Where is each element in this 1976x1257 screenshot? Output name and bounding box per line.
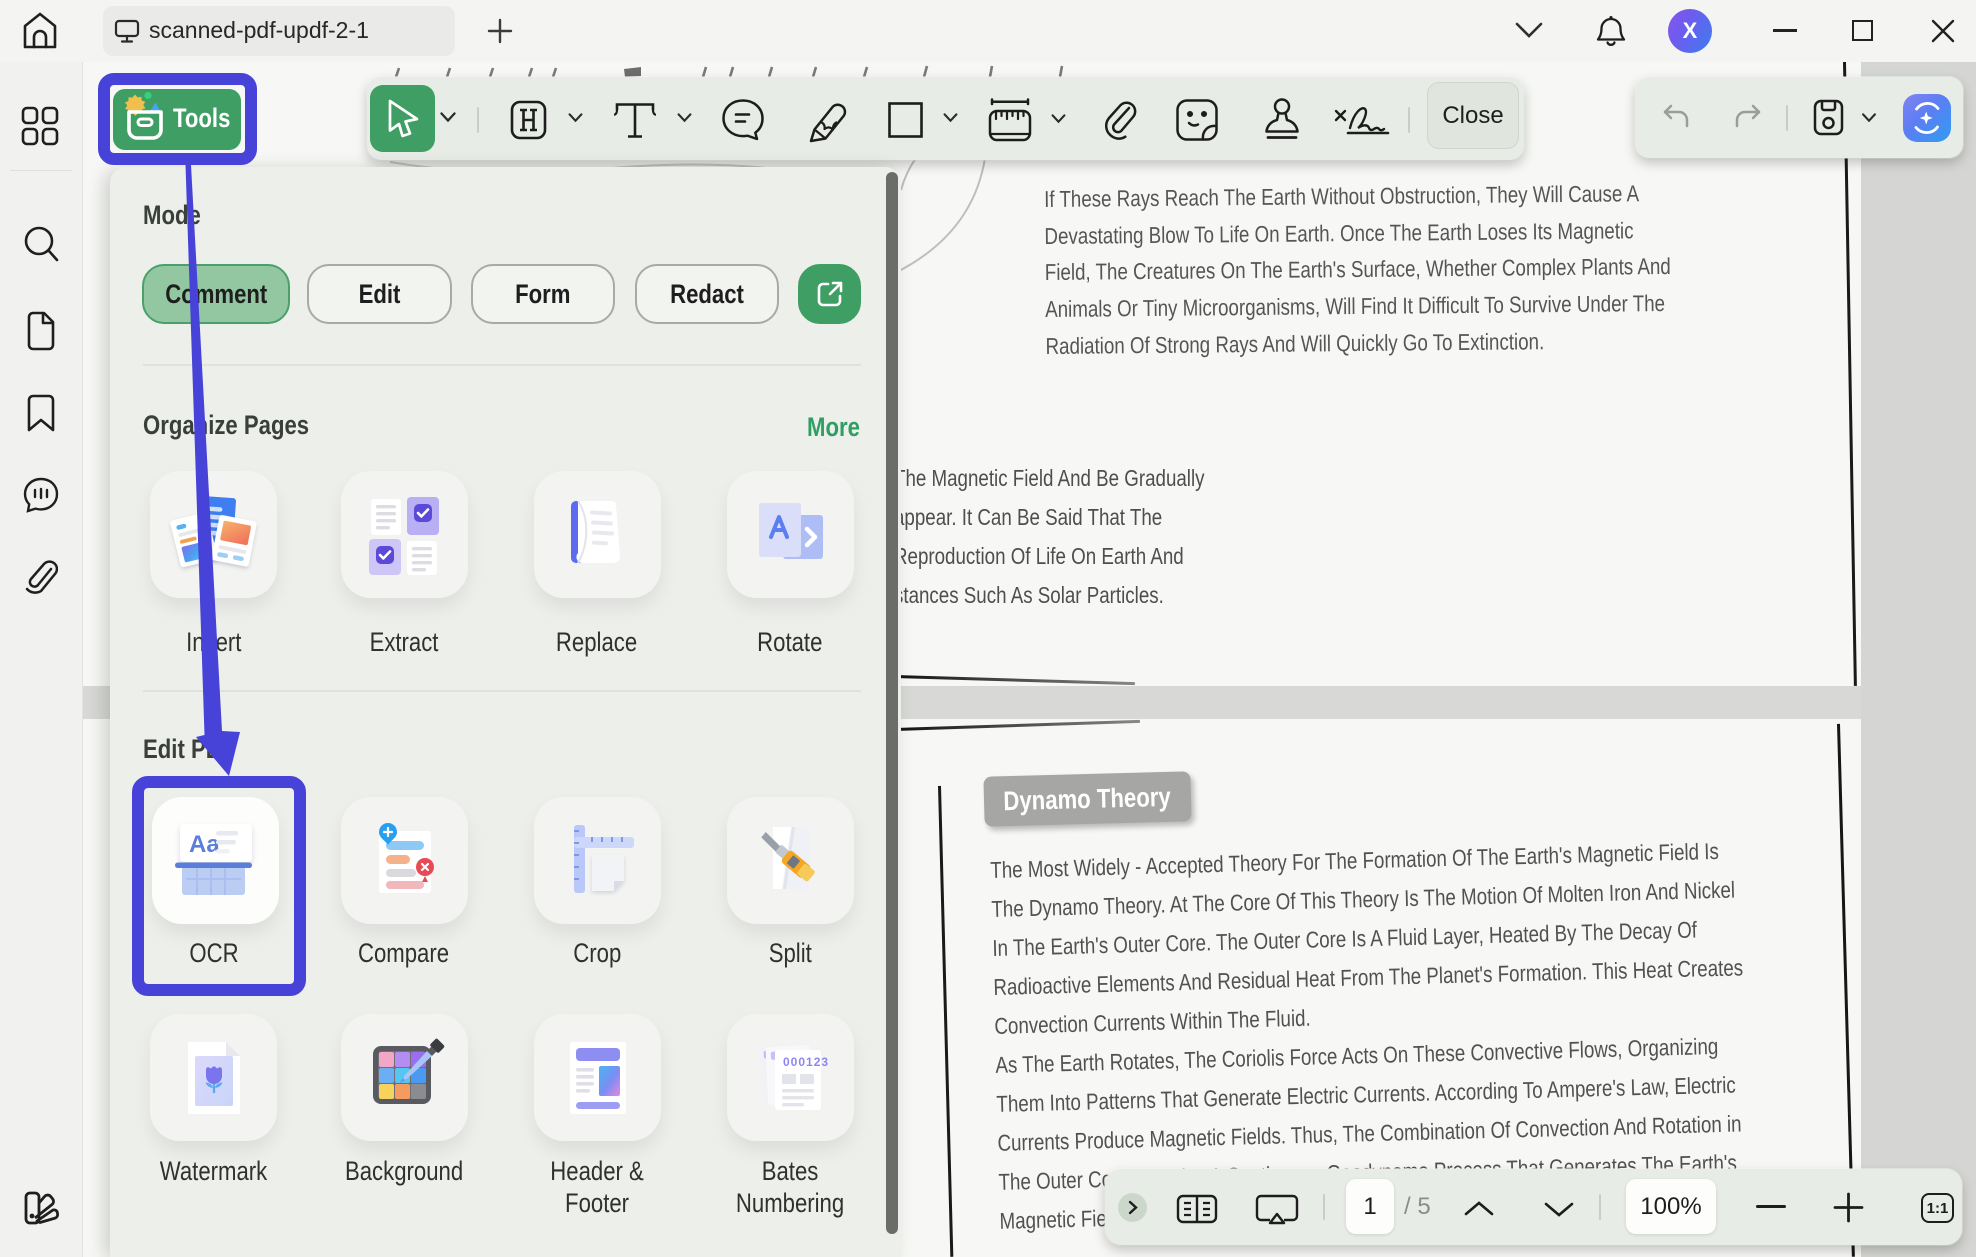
svg-text:000123: 000123 [783, 1055, 829, 1069]
